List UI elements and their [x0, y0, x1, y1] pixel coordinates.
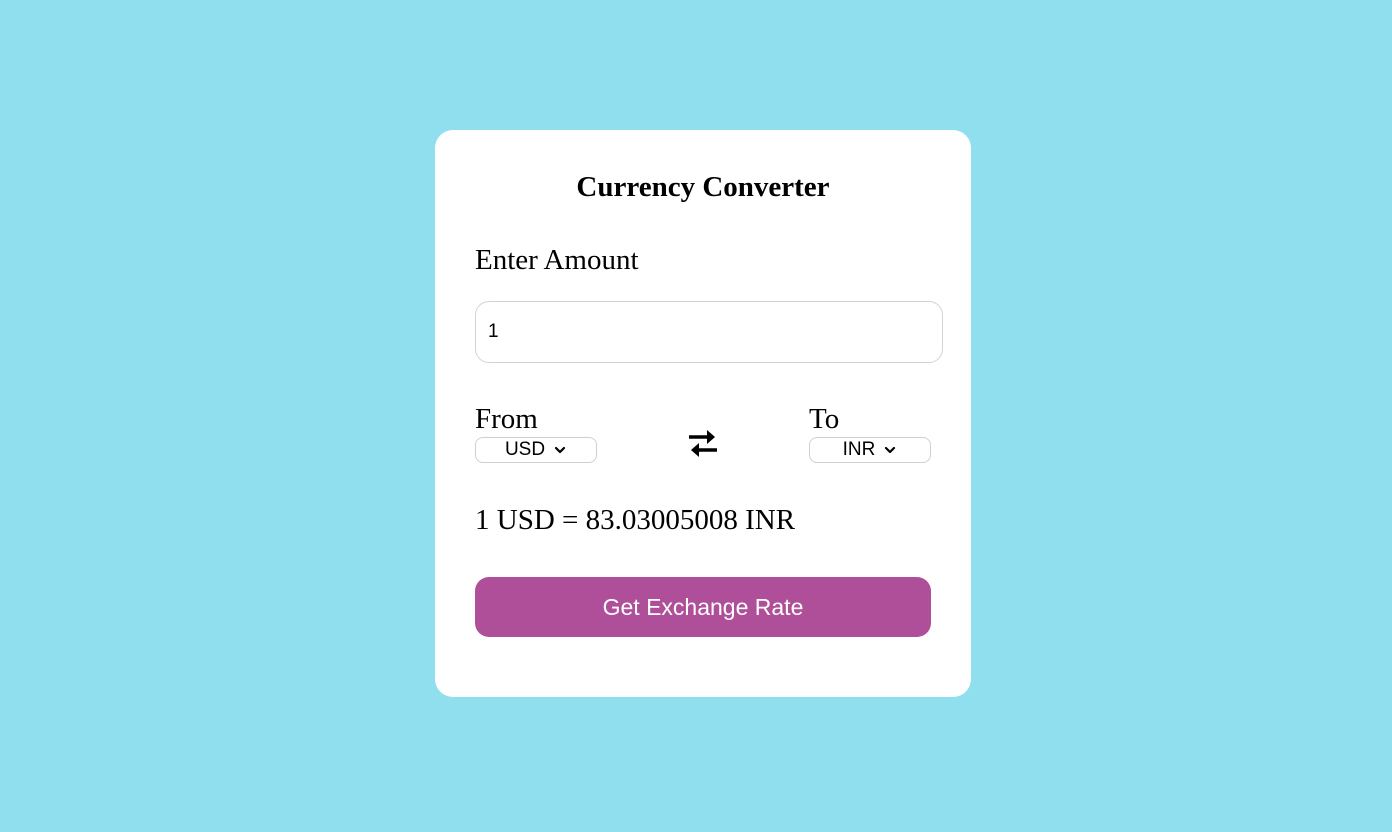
- from-label: From: [475, 403, 538, 435]
- swap-arrows-icon[interactable]: [686, 426, 720, 460]
- to-currency-value: INR: [842, 439, 876, 460]
- from-currency-select[interactable]: USD: [475, 437, 597, 463]
- amount-label: Enter Amount: [475, 244, 639, 276]
- page-title: Currency Converter: [576, 171, 830, 203]
- chevron-down-icon: [885, 446, 896, 454]
- chevron-down-icon: [554, 446, 566, 454]
- get-exchange-rate-button[interactable]: Get Exchange Rate: [475, 577, 931, 637]
- from-currency-value: USD: [504, 439, 546, 460]
- to-currency-select[interactable]: INR: [809, 437, 931, 463]
- to-label: To: [809, 403, 840, 435]
- exchange-result: 1 USD = 83.03005008 INR: [475, 504, 796, 536]
- amount-input[interactable]: [475, 301, 943, 363]
- converter-card: Currency Converter Enter Amount From USD…: [435, 130, 971, 697]
